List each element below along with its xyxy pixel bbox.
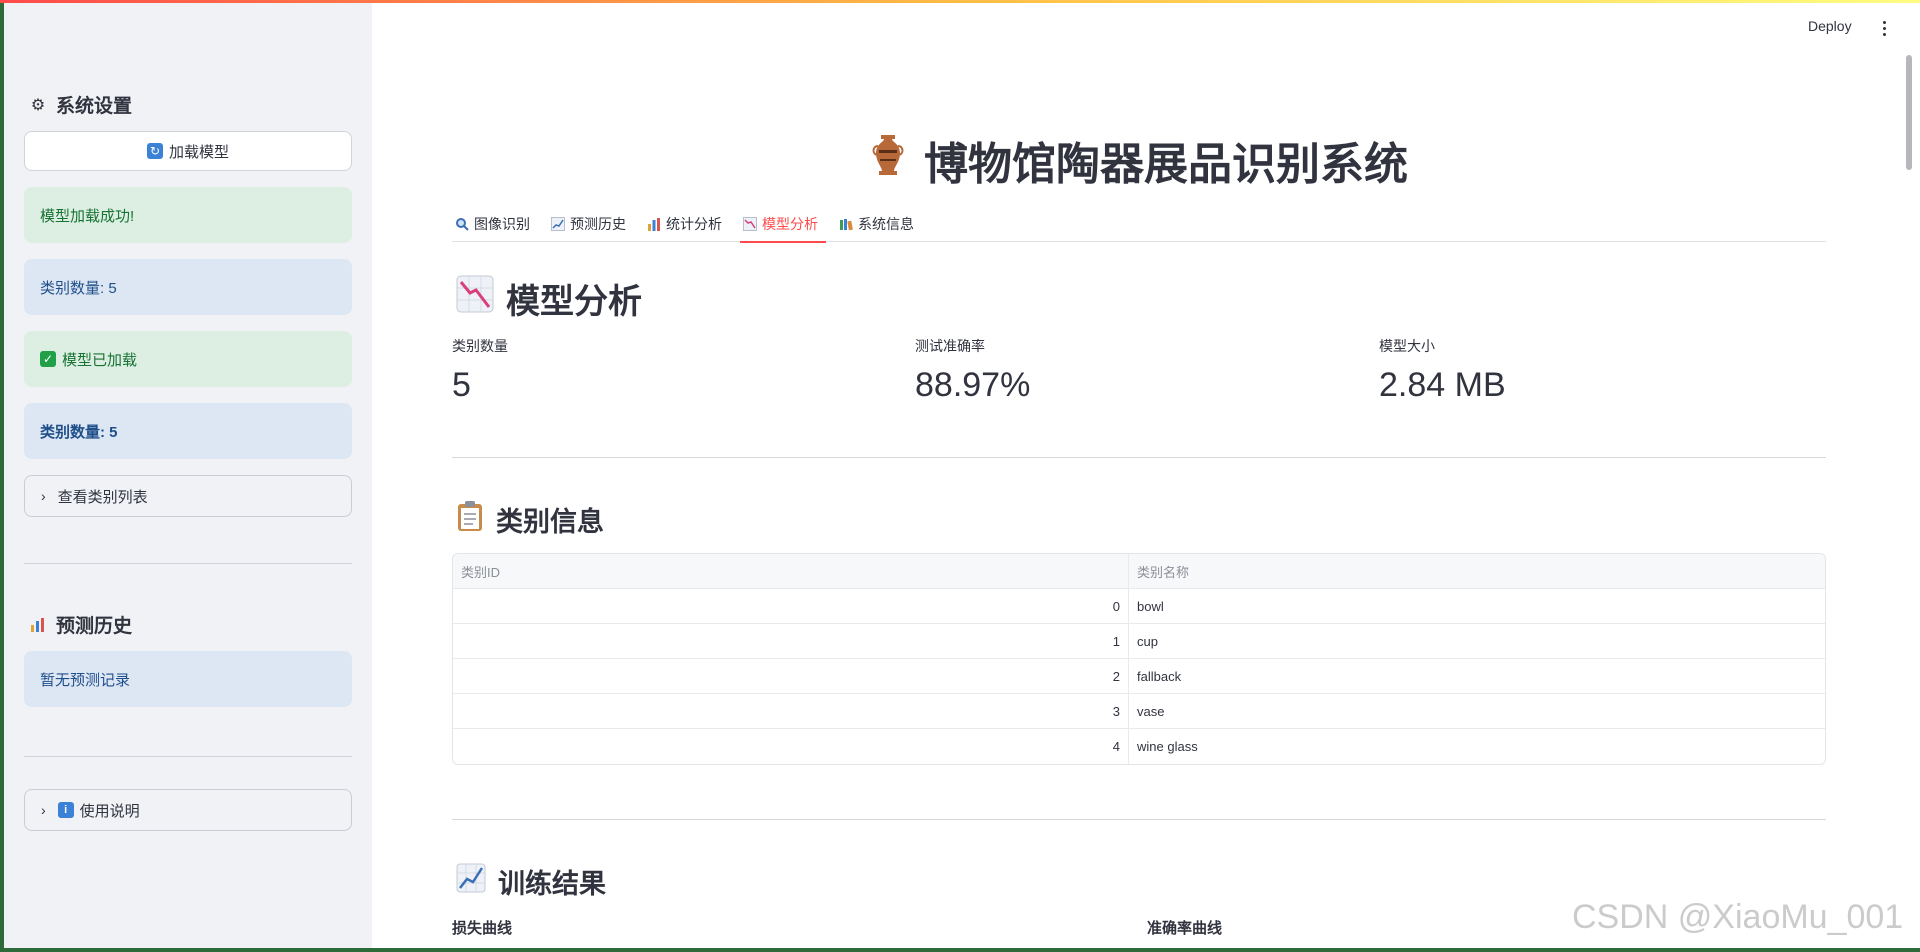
table-row: 2 fallback <box>453 659 1825 694</box>
metric-value: 5 <box>452 366 471 404</box>
chart-decreasing-icon <box>456 275 494 322</box>
table-header-row: 类别ID 类别名称 <box>453 554 1825 589</box>
chevron-right-icon: › <box>41 802 46 818</box>
metric-model-size: 模型大小 2.84 MB <box>1379 336 1506 405</box>
tab-bar: 图像识别 预测历史 统计分析 模型分析 系统信息 <box>452 206 1826 243</box>
table-cell[interactable]: 2 <box>453 659 1129 693</box>
clipboard-icon <box>456 500 484 539</box>
usage-expander[interactable]: › i 使用说明 <box>24 789 352 831</box>
training-results-heading-text: 训练结果 <box>498 869 606 899</box>
metric-test-accuracy: 测试准确率 88.97% <box>915 336 1030 405</box>
chevron-right-icon: › <box>41 488 46 504</box>
class-count-alert: 类别数量: 5 <box>24 259 352 315</box>
metric-value: 88.97% <box>915 366 1031 404</box>
class-count-bold-text: 类别数量: 5 <box>40 423 118 441</box>
settings-heading-text: 系统设置 <box>56 96 133 117</box>
scrollbar[interactable] <box>1906 55 1912 170</box>
page-title-text: 博物馆陶器展品识别系统 <box>924 140 1408 189</box>
class-count-text: 类别数量: 5 <box>40 279 117 297</box>
table-row: 4 wine glass <box>453 729 1825 764</box>
history-heading: 预测历史 <box>28 611 132 638</box>
table-cell[interactable]: fallback <box>1129 659 1825 693</box>
table-row: 0 bowl <box>453 589 1825 624</box>
model-analysis-heading-text: 模型分析 <box>506 283 642 321</box>
page-title: 博物馆陶器展品识别系统 <box>452 128 1826 192</box>
reload-icon: ↻ <box>146 143 163 159</box>
deploy-button[interactable]: Deploy <box>1808 18 1852 34</box>
bar-chart-icon <box>646 216 662 232</box>
loss-curve-label: 损失曲线 <box>452 920 513 937</box>
metric-label: 测试准确率 <box>915 338 985 354</box>
table-cell[interactable]: 0 <box>453 589 1129 623</box>
table-cell[interactable]: wine glass <box>1129 729 1825 764</box>
load-model-button[interactable]: ↻ 加载模型 <box>24 131 352 171</box>
magnifier-icon <box>454 216 470 232</box>
metric-label: 类别数量 <box>452 338 508 354</box>
gear-icon: ⚙ <box>30 96 46 114</box>
model-loaded-alert: ✓ 模型已加载 <box>24 331 352 387</box>
training-results-heading: 训练结果 <box>456 862 606 901</box>
sidebar: ⚙ 系统设置 ↻ 加载模型 模型加载成功! 类别数量: 5 ✓ 模型已加载 类别… <box>4 0 372 948</box>
table-cell[interactable]: 1 <box>453 624 1129 658</box>
table-cell[interactable]: 3 <box>453 694 1129 728</box>
more-menu-icon[interactable] <box>1876 18 1892 38</box>
tab-model-analysis[interactable]: 模型分析 <box>740 206 826 243</box>
sidebar-divider <box>24 563 352 564</box>
metric-label: 模型大小 <box>1379 338 1435 354</box>
usage-label-group: i 使用说明 <box>57 800 140 821</box>
tab-prediction-history[interactable]: 预测历史 <box>548 206 634 242</box>
no-history-text: 暂无预测记录 <box>40 671 131 689</box>
usage-label: 使用说明 <box>79 802 140 820</box>
table-row: 1 cup <box>453 624 1825 659</box>
metric-value: 2.84 MB <box>1379 366 1506 404</box>
class-count-bold-alert: 类别数量: 5 <box>24 403 352 459</box>
class-table[interactable]: 类别ID 类别名称 0 bowl 1 cup 2 fallback 3 vase… <box>452 553 1826 765</box>
section-divider <box>452 819 1826 820</box>
tab-label: 统计分析 <box>666 216 722 232</box>
tab-system-info[interactable]: 系统信息 <box>836 206 922 242</box>
chart-increasing-icon <box>456 863 486 900</box>
bar-chart-icon <box>28 615 48 635</box>
table-cell[interactable]: bowl <box>1129 589 1825 623</box>
tab-image-recognition[interactable]: 图像识别 <box>452 206 538 242</box>
chart-decreasing-icon <box>742 216 758 232</box>
table-cell[interactable]: 4 <box>453 729 1129 764</box>
table-cell[interactable]: vase <box>1129 694 1825 728</box>
tab-label: 系统信息 <box>858 216 914 232</box>
watermark: CSDN @XiaoMu_001 <box>1572 898 1904 936</box>
load-success-alert: 模型加载成功! <box>24 187 352 243</box>
load-model-label: 加载模型 <box>168 143 229 161</box>
column-header-class-name[interactable]: 类别名称 <box>1129 554 1825 588</box>
view-classes-label: 查看类别列表 <box>57 488 148 506</box>
history-heading-text: 预测历史 <box>56 616 133 637</box>
tab-label: 预测历史 <box>570 216 626 232</box>
table-row: 3 vase <box>453 694 1825 729</box>
model-analysis-heading: 模型分析 <box>456 274 642 323</box>
books-icon <box>838 216 854 232</box>
check-icon: ✓ <box>40 351 56 367</box>
view-classes-expander[interactable]: › 查看类别列表 <box>24 475 352 517</box>
class-info-heading: 类别信息 <box>456 500 604 539</box>
tab-label: 图像识别 <box>474 216 530 232</box>
load-success-text: 模型加载成功! <box>40 207 135 225</box>
info-icon: i <box>57 802 74 818</box>
class-info-heading-text: 类别信息 <box>496 507 604 537</box>
accuracy-curve-label: 准确率曲线 <box>1147 920 1223 937</box>
sidebar-divider-2 <box>24 756 352 757</box>
tab-statistics[interactable]: 统计分析 <box>644 206 730 242</box>
top-decoration-bar <box>0 0 1920 3</box>
metric-class-count: 类别数量 5 <box>452 336 508 405</box>
column-header-class-id[interactable]: 类别ID <box>453 554 1129 588</box>
settings-heading: ⚙ 系统设置 <box>28 91 132 118</box>
model-loaded-text: 模型已加载 <box>62 351 138 369</box>
no-history-alert: 暂无预测记录 <box>24 651 352 707</box>
amphora-icon <box>870 132 906 189</box>
tab-label: 模型分析 <box>762 216 818 232</box>
section-divider <box>452 457 1826 458</box>
chart-increasing-icon <box>550 216 566 232</box>
table-cell[interactable]: cup <box>1129 624 1825 658</box>
